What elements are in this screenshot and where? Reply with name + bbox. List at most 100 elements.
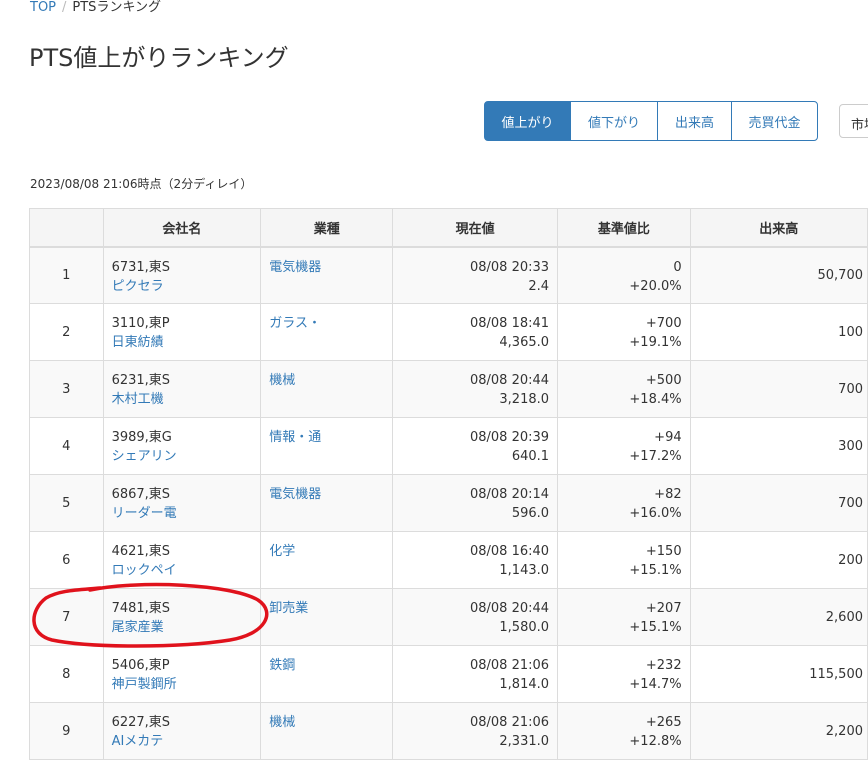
header-volume[interactable]: 出来高 — [689, 208, 868, 248]
current-price: 640.1 — [511, 449, 550, 464]
stock-code: 6731,東S — [111, 259, 171, 275]
price-time: 08/08 20:44 — [469, 373, 550, 388]
stock-code: 4621,東S — [111, 544, 171, 559]
industry-link[interactable]: 機械 — [269, 373, 295, 388]
header-price[interactable]: 現在値 — [392, 208, 559, 248]
company-name-link[interactable]: 木村工機 — [112, 390, 253, 409]
stock-code: 3110,東P — [111, 316, 170, 331]
change-cell: +150 +15.1% — [557, 531, 691, 589]
price-time: 08/08 21:06 — [469, 658, 550, 673]
volume-cell: 2,200 — [689, 702, 868, 760]
change-percent: +18.4% — [629, 392, 682, 407]
market-filter-button[interactable]: 市場 — [839, 104, 868, 138]
company-cell: 4621,東S ロックペイ — [102, 531, 262, 589]
change-percent: +15.1% — [629, 563, 682, 578]
price-time: 08/08 20:33 — [469, 259, 550, 275]
table-row: 3 6231,東S 木村工機 機械 08/08 20:44 3,218.0 +500 +18.… — [29, 360, 868, 418]
current-price: 1,814.0 — [499, 677, 550, 692]
header-industry[interactable]: 業種 — [260, 208, 394, 248]
company-name-link[interactable]: 日東紡績 — [112, 333, 253, 352]
volume-cell: 100 — [689, 303, 868, 361]
tab-price-up[interactable]: 値上がり — [484, 101, 571, 141]
header-company[interactable]: 会社名 — [102, 208, 262, 248]
change-value: 0 — [673, 259, 682, 275]
industry-cell: 化学 — [260, 531, 394, 589]
rank-number: 8 — [29, 645, 104, 703]
table-row: 1 6731,東S ピクセラ 電気機器 08/08 20:33 2.4 0 +20.0% 50,… — [29, 246, 868, 304]
change-value: +265 — [645, 715, 682, 730]
rank-number: 9 — [29, 702, 104, 760]
stock-code: 6227,東S — [111, 715, 171, 730]
volume-cell: 300 — [689, 417, 868, 475]
table-row: 9 6227,東S AIメカテ 機械 08/08 21:06 2,331.0 +265 +12… — [29, 702, 868, 760]
price-cell: 08/08 20:14 596.0 — [392, 474, 559, 532]
company-name-link[interactable]: AIメカテ — [112, 732, 253, 751]
current-price: 3,218.0 — [499, 392, 550, 407]
change-cell: 0 +20.0% — [557, 246, 691, 304]
company-name-link[interactable]: シェアリン — [112, 447, 253, 466]
industry-link[interactable]: 電気機器 — [269, 260, 321, 275]
price-time: 08/08 20:14 — [469, 487, 550, 502]
price-cell: 08/08 21:06 1,814.0 — [392, 645, 559, 703]
breadcrumb-top-link[interactable]: TOP — [30, 0, 56, 15]
industry-link[interactable]: 電気機器 — [269, 487, 321, 502]
change-cell: +232 +14.7% — [557, 645, 691, 703]
volume-cell: 200 — [689, 531, 868, 589]
price-cell: 08/08 21:06 2,331.0 — [392, 702, 559, 760]
stock-code: 5406,東P — [111, 658, 170, 673]
company-name-link[interactable]: 尾家産業 — [112, 618, 253, 637]
table-row: 5 6867,東S リーダー電 電気機器 08/08 20:14 596.0 +82 +16.… — [29, 474, 868, 532]
tab-trading-value[interactable]: 売買代金 — [731, 101, 818, 141]
current-price: 4,365.0 — [499, 335, 550, 350]
rank-number: 2 — [29, 303, 104, 361]
stock-code: 6231,東S — [111, 373, 171, 388]
industry-link[interactable]: 卸売業 — [269, 601, 308, 616]
page-title: PTS値上がりランキング — [29, 44, 289, 72]
industry-cell: 電気機器 — [260, 246, 394, 304]
industry-link[interactable]: ガラス・ — [269, 316, 321, 331]
ranking-type-tabs: 値上がり 値下がり 出来高 売買代金 — [484, 101, 818, 141]
company-name-link[interactable]: リーダー電 — [112, 504, 253, 523]
current-price: 1,143.0 — [499, 563, 550, 578]
table-row: 7 7481,東S 尾家産業 卸売業 08/08 20:44 1,580.0 +207 +15… — [29, 588, 868, 646]
stock-code: 7481,東S — [111, 601, 171, 616]
industry-link[interactable]: 情報・通 — [269, 430, 321, 445]
company-cell: 3989,東G シェアリン — [102, 417, 262, 475]
industry-link[interactable]: 機械 — [269, 715, 295, 730]
data-timestamp: 2023/08/08 21:06時点（2分ディレイ） — [30, 177, 253, 191]
breadcrumb-current: PTSランキング — [72, 0, 162, 15]
rank-number: 5 — [29, 474, 104, 532]
company-name-link[interactable]: ピクセラ — [112, 277, 253, 296]
change-cell: +207 +15.1% — [557, 588, 691, 646]
company-cell: 6867,東S リーダー電 — [102, 474, 262, 532]
table-header-row: 会社名 業種 現在値 基準値比 出来高 — [29, 208, 868, 248]
industry-cell: ガラス・ — [260, 303, 394, 361]
price-cell: 08/08 18:41 4,365.0 — [392, 303, 559, 361]
table-row: 2 3110,東P 日東紡績 ガラス・ 08/08 18:41 4,365.0 +700 +1… — [29, 303, 868, 361]
rank-number: 1 — [29, 246, 104, 304]
company-cell: 7481,東S 尾家産業 — [102, 588, 262, 646]
price-cell: 08/08 20:39 640.1 — [392, 417, 559, 475]
industry-cell: 鉄鋼 — [260, 645, 394, 703]
price-cell: 08/08 20:44 3,218.0 — [392, 360, 559, 418]
company-name-link[interactable]: ロックペイ — [112, 561, 253, 580]
industry-link[interactable]: 鉄鋼 — [269, 658, 295, 673]
industry-cell: 卸売業 — [260, 588, 394, 646]
company-cell: 5406,東P 神戸製鋼所 — [102, 645, 262, 703]
industry-link[interactable]: 化学 — [269, 544, 295, 559]
change-percent: +17.2% — [629, 449, 682, 464]
header-rank — [29, 208, 104, 248]
change-value: +700 — [645, 316, 682, 331]
company-name-link[interactable]: 神戸製鋼所 — [112, 675, 253, 694]
price-time: 08/08 20:44 — [469, 601, 550, 616]
tab-volume[interactable]: 出来高 — [657, 101, 732, 141]
volume-cell: 115,500 — [689, 645, 868, 703]
price-cell: 08/08 16:40 1,143.0 — [392, 531, 559, 589]
company-cell: 6227,東S AIメカテ — [102, 702, 262, 760]
current-price: 596.0 — [511, 506, 550, 521]
current-price: 2,331.0 — [499, 734, 550, 749]
tab-price-down[interactable]: 値下がり — [570, 101, 658, 141]
header-change[interactable]: 基準値比 — [557, 208, 691, 248]
ranking-table: 会社名 業種 現在値 基準値比 出来高 1 6731,東S ピクセラ 電気機器 08/0… — [29, 208, 868, 760]
volume-cell: 700 — [689, 474, 868, 532]
